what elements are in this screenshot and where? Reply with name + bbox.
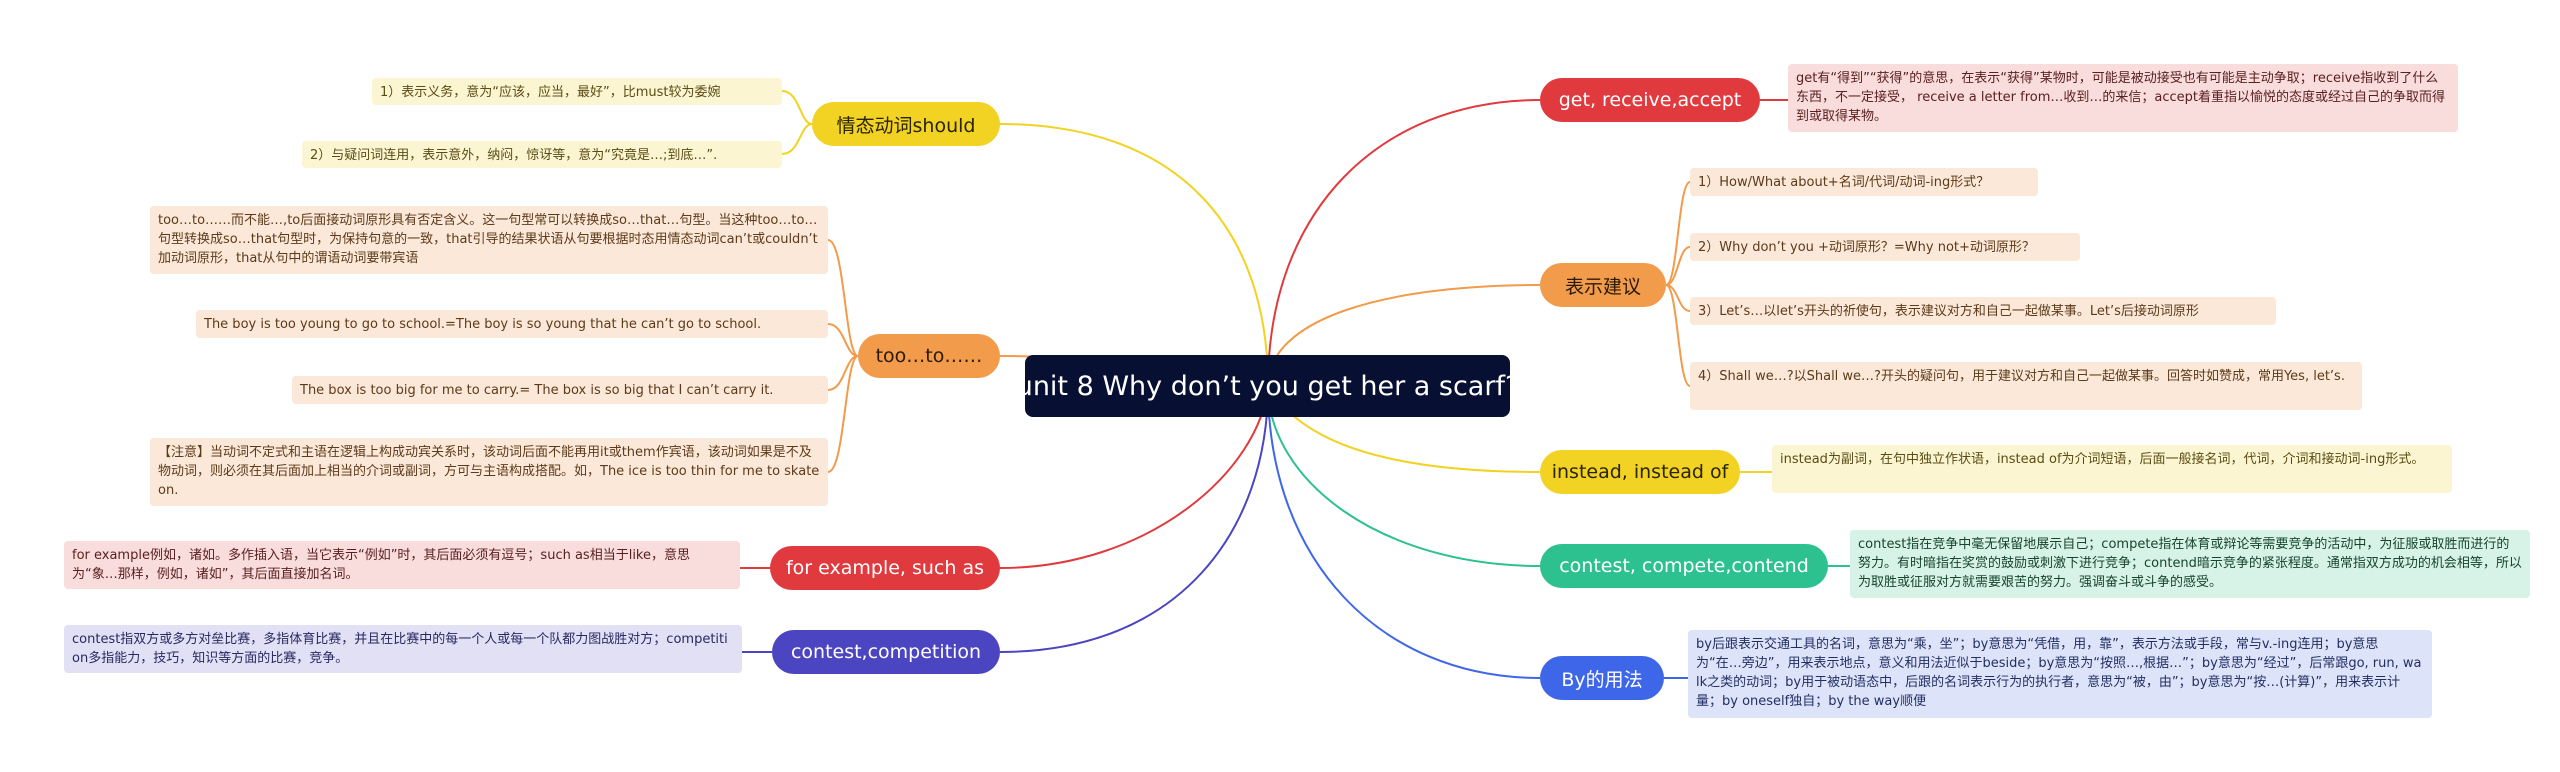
too-to-note-2: The boy is too young to go to school.=Th…	[196, 310, 828, 338]
too-to-note-4: 【注意】当动词不定式和主语在逻辑上构成动宾关系时，该动词后面不能再用it或the…	[150, 438, 828, 506]
should-note-1: 1）表示义务，意为“应该，应当，最好”，比must较为委婉	[372, 78, 782, 105]
for-example-note: for example例如，诸如。多作插入语，当它表示“例如”时，其后面必须有逗…	[64, 541, 740, 589]
branch-competition[interactable]: contest,competition	[772, 630, 1000, 674]
link-too-to-note-4	[827, 355, 859, 473]
branch-for-example[interactable]: for example, such as	[770, 546, 1000, 590]
suggest-note-4: 4）Shall we…?以Shall we…?开头的疑问句，用于建议对方和自己一…	[1690, 362, 2362, 410]
should-note-2: 2）与疑问词连用，表示意外，纳闷，惊讶等，意为“究竟是…;到底…”.	[302, 141, 782, 168]
get-note: get有“得到”“获得”的意思，在表示“获得”某物时，可能是被动接受也有可能是主…	[1788, 64, 2458, 132]
suggest-note-2: 2）Why don’t you +动词原形？=Why not+动词原形？	[1690, 233, 2080, 261]
link-center-competition	[999, 385, 1269, 653]
too-to-note-3: The box is too big for me to carry.= The…	[292, 376, 828, 404]
link-center-get	[1267, 99, 1541, 387]
instead-note: instead为副词，在句中独立作状语，instead of为介词短语，后面一般…	[1772, 445, 2452, 493]
branch-suggest[interactable]: 表示建议	[1540, 263, 1666, 307]
link-center-by	[1267, 385, 1541, 679]
branch-by[interactable]: By的用法	[1540, 656, 1664, 700]
link-suggest-note-1	[1665, 181, 1691, 286]
branch-should[interactable]: 情态动词should	[812, 102, 1000, 146]
central-topic[interactable]: unit 8 Why don’t you get her a scarf?	[1016, 355, 1519, 417]
link-should-note-1	[781, 90, 813, 125]
link-should-note-2	[781, 123, 813, 155]
suggest-note-1: 1）How/What about+名词/代词/动词-ing形式？	[1690, 168, 2038, 196]
branch-get[interactable]: get, receive,accept	[1540, 78, 1760, 122]
suggest-note-3: 3）Let’s…以let’s开头的祈使句，表示建议对方和自己一起做某事。Let’…	[1690, 297, 2276, 325]
branch-too-to[interactable]: too…to……	[858, 334, 1000, 378]
competition-note: contest指双方或多方对垒比赛，多指体育比赛，并且在比赛中的每一个人或每一个…	[64, 625, 742, 673]
by-note: by后跟表示交通工具的名词，意思为“乘，坐”；by意思为“凭借，用，靠”，表示方…	[1688, 630, 2432, 718]
branch-instead[interactable]: instead, instead of	[1540, 450, 1740, 494]
compete-note: contest指在竞争中毫无保留地展示自己；compete指在体育或辩论等需要竞…	[1850, 530, 2530, 598]
link-center-should	[999, 123, 1269, 387]
too-to-note-1: too…to……而不能…,to后面接动词原形具有否定含义。这一句型常可以转换成s…	[150, 206, 828, 274]
branch-compete[interactable]: contest, compete,contend	[1540, 544, 1828, 588]
